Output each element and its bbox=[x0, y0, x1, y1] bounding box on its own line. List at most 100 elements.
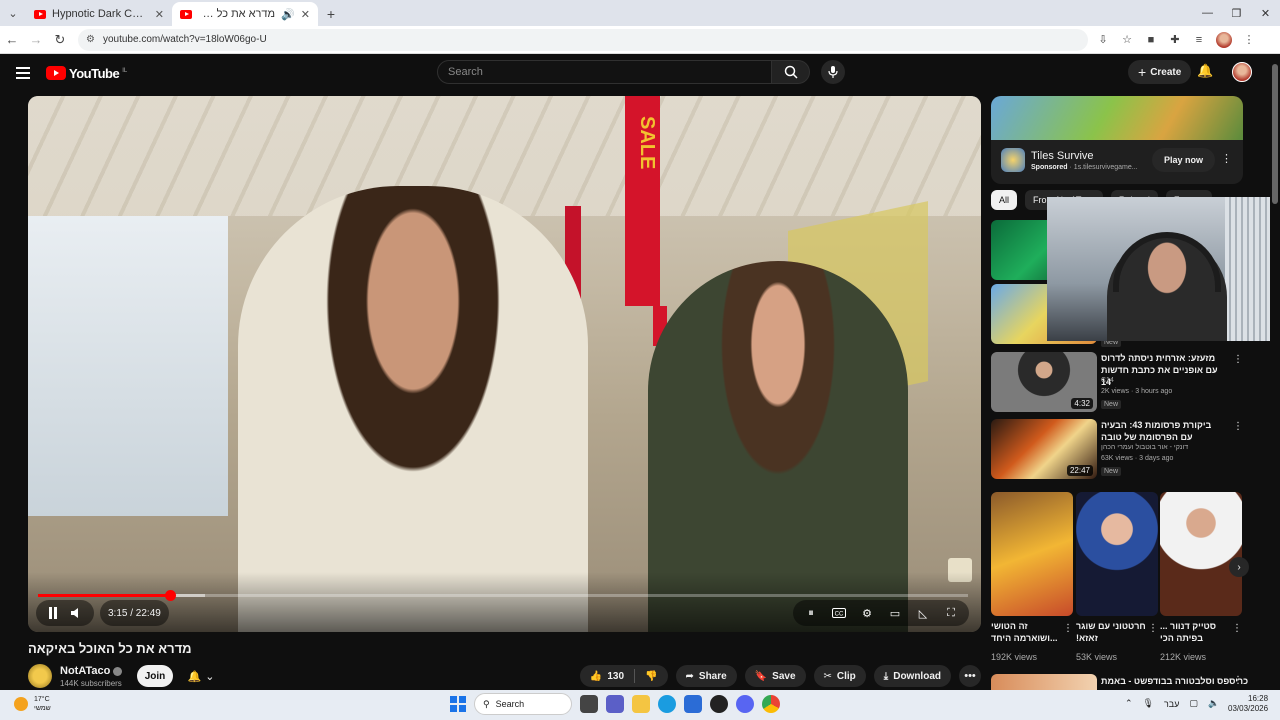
autoplay-toggle-icon[interactable]: ⏸ bbox=[801, 603, 821, 623]
chevron-down-icon: ⌄ bbox=[205, 670, 215, 683]
list-item[interactable]: 4:32 מזעזע: אזרחית ניסתה לדרוס עם אופניי… bbox=[991, 352, 1249, 412]
channel-name: C14 bbox=[1101, 377, 1114, 384]
create-button[interactable]: + Create bbox=[1128, 60, 1192, 84]
audio-icon[interactable]: 🔊 bbox=[281, 8, 295, 21]
browser-tab-active[interactable]: מדרא את כל האוכל באיקאה 🔊 ✕ bbox=[172, 2, 318, 26]
account-avatar[interactable] bbox=[1232, 62, 1252, 82]
cast-icon[interactable]: ◺ bbox=[913, 603, 933, 623]
channel-name[interactable]: NotATaco bbox=[60, 665, 123, 677]
search-button[interactable] bbox=[772, 60, 810, 84]
language-indicator[interactable]: עבר bbox=[1164, 699, 1179, 709]
forward-icon[interactable]: → bbox=[24, 28, 48, 52]
shorts-next-button[interactable]: › bbox=[1229, 557, 1249, 577]
dislike-button[interactable]: 👎 bbox=[635, 665, 667, 687]
volume-button[interactable] bbox=[68, 603, 86, 623]
subscription-bell-button[interactable]: 🔔 ⌄ bbox=[180, 665, 222, 687]
chip-all[interactable]: All bbox=[991, 190, 1018, 210]
video-player[interactable]: SALE 3:15 / 22:49 ⏸ CC ⚙ ▭ ◺ ⛶ bbox=[28, 96, 981, 632]
pause-button[interactable] bbox=[44, 603, 62, 623]
new-badge: New bbox=[1101, 467, 1122, 476]
short-more-icon[interactable]: ⋮ bbox=[1232, 623, 1242, 634]
voice-search-button[interactable] bbox=[821, 60, 845, 84]
chevron-up-icon[interactable]: ⌃ bbox=[1125, 698, 1133, 709]
app-icon[interactable] bbox=[710, 695, 728, 713]
close-tab-icon[interactable]: ✕ bbox=[155, 8, 164, 21]
close-tab-icon[interactable]: ✕ bbox=[301, 8, 310, 21]
short-item[interactable]: זה הטושי ...ושוארמה היחד ⋮ 192K views bbox=[991, 492, 1073, 662]
sponsored-ad-card[interactable]: Tiles Survive Sponsored · 1s.tilesurvive… bbox=[991, 96, 1243, 184]
list-item[interactable]: 22:47 ביקורת פרסומות 43: הבעיה עם הפרסומ… bbox=[991, 419, 1249, 479]
close-window-icon[interactable]: ✕ bbox=[1251, 0, 1280, 26]
item-more-icon[interactable]: ⋮ bbox=[1233, 421, 1243, 432]
kebab-menu-icon[interactable]: ⋮ bbox=[1242, 33, 1256, 47]
play-now-button[interactable]: Play now bbox=[1152, 148, 1216, 172]
item-more-icon[interactable]: ⋮ bbox=[1233, 675, 1243, 686]
short-item[interactable]: סטייק דנוור ... בפיתה הכי ⋮ 212K views bbox=[1160, 492, 1242, 662]
short-item[interactable]: חרטטוני עם שוגר זאזא! ⋮ 53K views bbox=[1076, 492, 1158, 662]
profile-avatar[interactable] bbox=[1216, 31, 1232, 48]
bookmark-star-icon[interactable]: ☆ bbox=[1120, 33, 1134, 47]
chrome-icon[interactable] bbox=[762, 695, 780, 713]
hamburger-menu-icon[interactable] bbox=[16, 67, 30, 79]
ad-title: Tiles Survive bbox=[1031, 150, 1094, 162]
weather-widget[interactable]: 17°C שמשי bbox=[14, 695, 51, 713]
join-button[interactable]: Join bbox=[137, 665, 173, 687]
download-button[interactable]: ⤓ Download bbox=[873, 665, 951, 687]
fullscreen-icon[interactable]: ⛶ bbox=[941, 603, 961, 623]
new-tab-button[interactable]: + bbox=[318, 2, 344, 26]
puzzle-icon[interactable]: ✚ bbox=[1168, 33, 1182, 47]
search-input[interactable]: Search bbox=[437, 60, 772, 84]
seek-bar[interactable] bbox=[38, 590, 968, 601]
browser-tab[interactable]: Hypnotic Dark Code | Futuristic ✕ bbox=[26, 2, 172, 26]
back-icon[interactable]: ← bbox=[0, 28, 24, 52]
short-more-icon[interactable]: ⋮ bbox=[1063, 623, 1073, 634]
edge-icon[interactable] bbox=[658, 695, 676, 713]
page-scrollbar[interactable] bbox=[1270, 54, 1280, 690]
minimize-icon[interactable]: — bbox=[1193, 0, 1222, 26]
mic-tray-icon[interactable]: 🎙 bbox=[1143, 698, 1154, 709]
file-explorer-icon[interactable] bbox=[632, 695, 650, 713]
taskbar-search[interactable]: ⚲ Search bbox=[474, 693, 572, 715]
channel-avatar[interactable] bbox=[28, 664, 52, 688]
svg-text:CC: CC bbox=[835, 612, 844, 618]
site-info-icon[interactable]: ⚙ bbox=[86, 34, 95, 45]
discord-icon[interactable] bbox=[736, 695, 754, 713]
scrollbar-thumb[interactable] bbox=[1272, 64, 1278, 204]
volume-icon bbox=[71, 608, 78, 618]
tab-search-icon[interactable]: ⌄ bbox=[0, 0, 26, 26]
install-icon[interactable]: ⇩ bbox=[1096, 33, 1110, 47]
settings-gear-icon[interactable]: ⚙ bbox=[857, 603, 877, 623]
short-more-icon[interactable]: ⋮ bbox=[1148, 623, 1158, 634]
system-tray: ⌃ 🎙 עבר ▢ 🔈 bbox=[1125, 698, 1219, 709]
list-item[interactable]: כריספס וסלבטורה בבודפשט - באמת ⋮ bbox=[991, 674, 1249, 690]
video-title: מדרא את כל האוכל באיקאה bbox=[28, 641, 192, 656]
notifications-bell-icon[interactable]: 🔔 bbox=[1197, 63, 1213, 79]
speaker-icon[interactable]: 🔈 bbox=[1208, 698, 1219, 709]
ad-more-icon[interactable]: ⋮ bbox=[1221, 152, 1232, 165]
captions-icon[interactable]: CC bbox=[829, 603, 849, 623]
scrubber-handle[interactable] bbox=[165, 590, 177, 601]
extension-icon[interactable]: ■ bbox=[1144, 33, 1158, 47]
save-button[interactable]: 🔖 Save bbox=[744, 665, 806, 687]
search-icon bbox=[784, 65, 798, 79]
windows-start-icon[interactable] bbox=[450, 696, 466, 712]
share-button[interactable]: ➦ Share bbox=[675, 665, 737, 687]
window-controls: — ❐ ✕ bbox=[1193, 0, 1280, 26]
youtube-logo[interactable]: YouTube IL bbox=[46, 66, 127, 81]
more-actions-button[interactable]: ••• bbox=[959, 665, 981, 687]
channel-name: דונקי - אור בוטבול ועמרי הכהן bbox=[1101, 444, 1189, 451]
like-button[interactable]: 👍 130 bbox=[580, 665, 634, 687]
clock[interactable]: 16:28 03/03/2026 bbox=[1228, 694, 1268, 714]
url-field[interactable]: ⚙ youtube.com/watch?v=18loW06go-U bbox=[78, 28, 1088, 51]
store-icon[interactable] bbox=[684, 695, 702, 713]
item-more-icon[interactable]: ⋮ bbox=[1233, 354, 1243, 365]
reload-icon[interactable]: ↻ bbox=[48, 28, 72, 52]
restore-icon[interactable]: ❐ bbox=[1222, 0, 1251, 26]
task-view-icon[interactable] bbox=[580, 695, 598, 713]
teams-icon[interactable] bbox=[606, 695, 624, 713]
clip-button[interactable]: ✂ Clip bbox=[813, 665, 866, 687]
media-controls-icon[interactable]: ≡ bbox=[1192, 33, 1206, 47]
miniplayer-icon[interactable]: ▭ bbox=[885, 603, 905, 623]
network-icon[interactable]: ▢ bbox=[1189, 698, 1198, 709]
address-bar-row: ← → ↻ ⚙ youtube.com/watch?v=18loW06go-U … bbox=[0, 26, 1280, 54]
